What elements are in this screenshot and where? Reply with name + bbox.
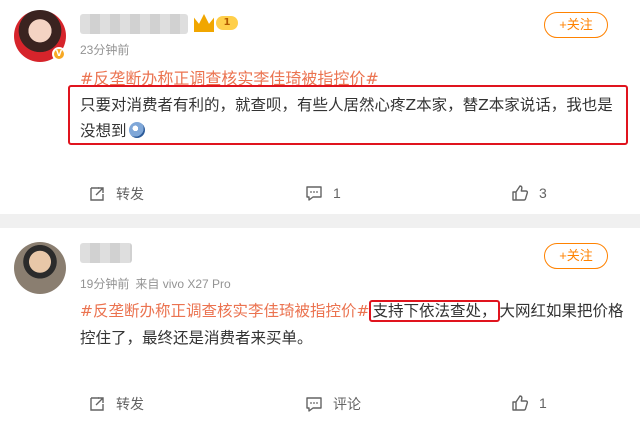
thumbs-up-icon	[512, 185, 529, 201]
like-button[interactable]: 3	[511, 184, 547, 202]
hashtag-link[interactable]: #反垄断办称正调查核实李佳琦被指控价#	[80, 302, 369, 320]
level-number: 1	[216, 16, 238, 30]
highlighted-text: 支持下依法查处，	[369, 300, 500, 322]
thumbs-up-icon	[512, 395, 529, 411]
comment-button[interactable]: 1	[305, 184, 341, 202]
repost-button[interactable]: 转发	[88, 184, 144, 204]
like-count: 3	[539, 185, 547, 201]
repost-button[interactable]: 转发	[88, 394, 144, 414]
post-card-1: V 1 23分钟前 +关注 #反垄断办称正调查核实李佳琦被指控价# 只要对消费者…	[0, 0, 640, 214]
like-button[interactable]: 1	[511, 394, 547, 412]
post-time[interactable]: 23分钟前	[80, 41, 129, 58]
level-badge: 1	[194, 14, 238, 32]
post-time[interactable]: 19分钟前	[80, 277, 129, 291]
emoji-icon	[128, 122, 145, 138]
username-blurred[interactable]	[80, 14, 188, 34]
repost-label: 转发	[116, 396, 144, 412]
post-meta: 19分钟前 来自 vivo X27 Pro	[80, 275, 231, 292]
comment-label: 评论	[333, 396, 361, 412]
comment-icon	[306, 186, 322, 201]
repost-label: 转发	[116, 186, 144, 202]
post-source: 来自 vivo X27 Pro	[135, 277, 231, 291]
avatar[interactable]	[14, 242, 66, 294]
repost-icon	[90, 187, 104, 201]
crown-icon	[194, 14, 214, 32]
post-text: 只要对消费者有利的，就查呗，有些人居然心疼Z本家，替Z本家说话，我也是没想到	[80, 92, 628, 144]
verified-badge-icon: V	[52, 47, 66, 61]
post-text-content: 只要对消费者有利的，就查呗，有些人居然心疼Z本家，替Z本家说话，我也是没想到	[80, 96, 613, 140]
post-divider	[0, 214, 640, 228]
comment-count: 1	[333, 185, 341, 201]
username-blurred[interactable]	[80, 243, 132, 263]
like-count: 1	[539, 395, 547, 411]
post-text: #反垄断办称正调查核实李佳琦被指控价# 支持下依法查处， 大网红如果把价格控住了，最…	[80, 298, 628, 352]
comment-button[interactable]: 评论	[305, 394, 361, 414]
action-bar: 转发 1 3	[0, 184, 640, 208]
follow-button[interactable]: +关注	[544, 12, 608, 38]
action-bar: 转发 评论 1	[0, 394, 640, 418]
repost-icon	[90, 397, 104, 411]
comment-icon	[306, 397, 322, 412]
follow-button[interactable]: +关注	[544, 243, 608, 269]
